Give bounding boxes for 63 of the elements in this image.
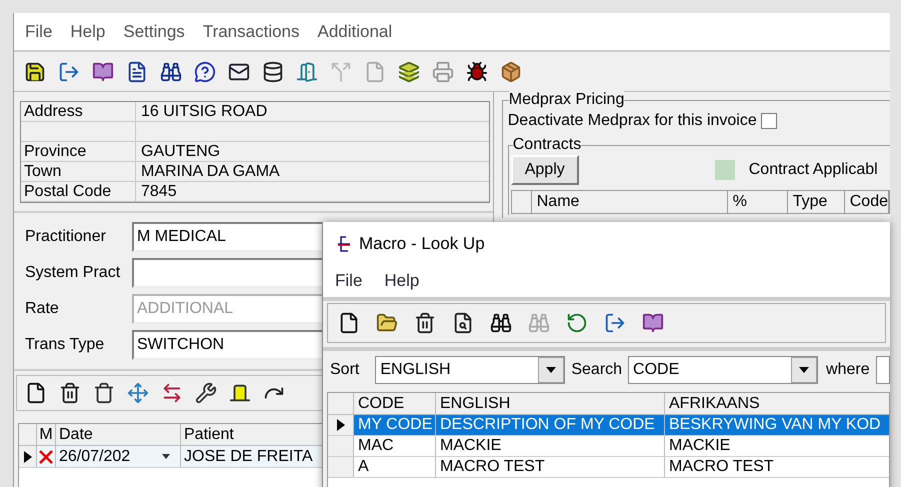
- caret-icon: [799, 367, 810, 373]
- column-header[interactable]: Code: [844, 191, 889, 213]
- table-cell: BESKRYWING VAN MY KOD: [669, 416, 881, 433]
- table-row[interactable]: MAC MACKIE MACKIE: [328, 436, 889, 457]
- table-cell: MACKIE: [669, 437, 730, 454]
- column-header[interactable]: Date: [56, 424, 181, 445]
- dropdown-button[interactable]: [538, 357, 564, 383]
- table-cell: A: [358, 458, 369, 475]
- field-value: 7845: [141, 183, 177, 200]
- sort-dropdown[interactable]: ENGLISH: [375, 356, 566, 384]
- table-cell: MAC: [358, 437, 394, 454]
- field-label: Trans Type: [25, 335, 106, 355]
- column-header[interactable]: AFRIKAANS: [665, 393, 889, 414]
- checkbox-label: Deactivate Medprax for this invoice: [508, 111, 757, 131]
- field-label: Postal Code: [24, 183, 112, 200]
- apply-button[interactable]: Apply: [510, 155, 579, 185]
- table-cell: DESCRIPTION OF MY CODE: [440, 416, 655, 433]
- column-header[interactable]: CODE: [354, 393, 436, 414]
- field-label: Rate: [25, 299, 60, 319]
- field-value: GAUTENG: [141, 143, 220, 160]
- menu-item[interactable]: Transactions: [202, 18, 300, 44]
- field-label: Province: [24, 143, 86, 160]
- cross-icon: [39, 450, 53, 464]
- table-cell: MACRO TEST: [440, 458, 545, 475]
- field-label: System Pract: [25, 263, 122, 283]
- table-cell-text: JOSE DE FREITA: [183, 447, 313, 467]
- field-label: Address: [24, 103, 83, 120]
- group-title: Medprax Pricing: [508, 91, 624, 109]
- dropdown-button[interactable]: [791, 357, 818, 383]
- menu-item[interactable]: Additional: [318, 18, 392, 44]
- where-label: where: [826, 360, 870, 380]
- row-pointer-icon: [24, 450, 32, 462]
- caret-icon: [546, 367, 556, 373]
- table-cell-text: 26/07/202: [58, 446, 132, 466]
- field-value: 16 UITSIG ROAD: [141, 103, 268, 120]
- row-pointer-icon: [336, 419, 344, 431]
- app-icon: [337, 234, 351, 252]
- table-row[interactable]: MY CODE DESCRIPTION OF MY CODE BESKRYWING VAN MY KOD: [328, 415, 889, 436]
- menu-item[interactable]: File: [335, 268, 362, 294]
- column-header[interactable]: %: [728, 191, 788, 213]
- status-label: Contract Applicabl: [748, 160, 878, 180]
- menu-item[interactable]: Settings: [123, 18, 185, 44]
- table-cell: MACRO TEST: [669, 458, 774, 475]
- field-label: Practitioner: [25, 227, 107, 247]
- search-dropdown[interactable]: CODE: [628, 356, 818, 384]
- where-field[interactable]: [876, 356, 890, 384]
- checkbox[interactable]: [760, 113, 777, 129]
- table-row[interactable]: A MACRO TEST MACRO TEST: [328, 457, 889, 478]
- table-cell: MY CODE: [358, 416, 432, 433]
- menu-item[interactable]: Help: [70, 18, 106, 44]
- caret-icon: [162, 454, 170, 459]
- search-label: Search: [571, 360, 622, 380]
- sort-label: Sort: [330, 360, 360, 380]
- menu-item[interactable]: Help: [384, 268, 420, 294]
- table-cell: MACKIE: [440, 437, 502, 454]
- menu-item[interactable]: File: [25, 18, 52, 44]
- field-value: MARINA DA GAMA: [141, 163, 280, 180]
- column-header[interactable]: Name: [532, 191, 728, 213]
- field-label: Town: [24, 163, 62, 180]
- column-header[interactable]: ENGLISH: [436, 393, 665, 414]
- column-header[interactable]: M: [37, 424, 56, 445]
- window-title: Macro - Look Up: [359, 232, 485, 255]
- column-header[interactable]: Type: [788, 191, 845, 213]
